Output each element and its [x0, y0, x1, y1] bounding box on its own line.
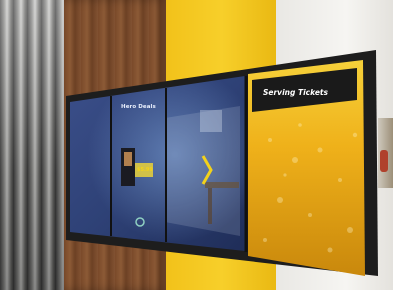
promo-price: $5.99 [137, 167, 153, 173]
serving-tickets-title: Serving Tickets [263, 88, 328, 97]
photo-scene: Hero Deals Serving Tickets $5.99 [0, 0, 393, 290]
promo-image-highlight [124, 152, 132, 166]
hero-deals-title: Hero Deals [121, 104, 156, 110]
display-graphic [66, 50, 378, 276]
digital-signage-display: Hero Deals Serving Tickets $5.99 [0, 0, 393, 290]
reflected-table-leg [208, 188, 212, 224]
reflected-window [200, 110, 222, 132]
reflected-table [205, 182, 239, 188]
